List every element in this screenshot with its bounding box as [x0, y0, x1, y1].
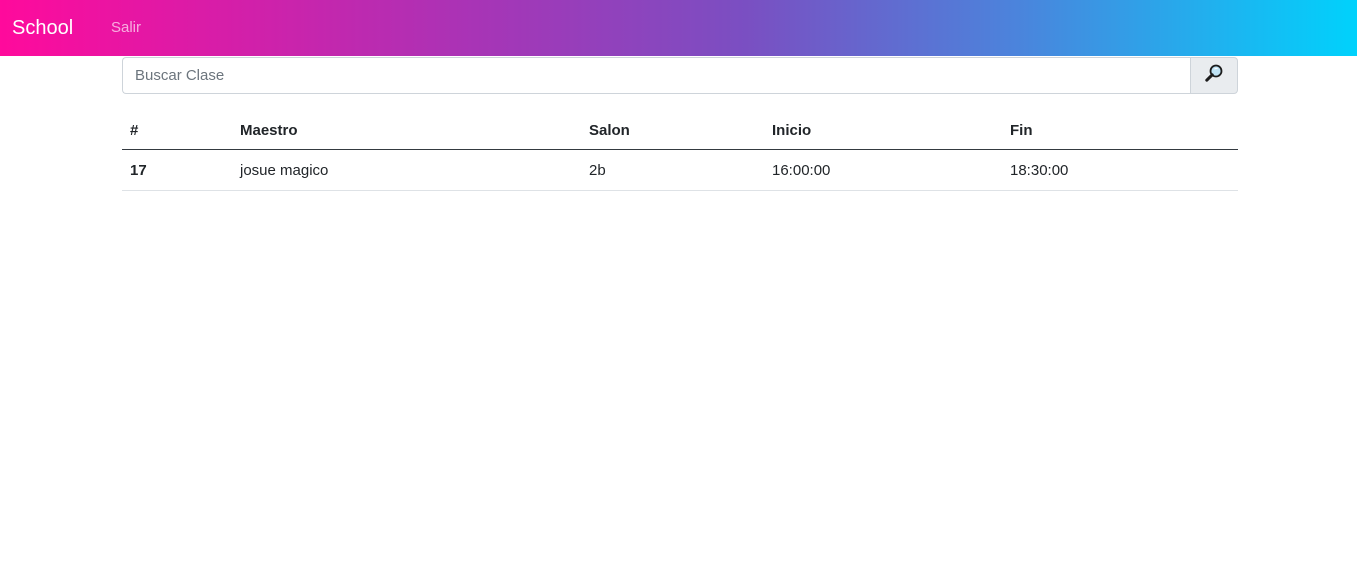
column-header-maestro: Maestro: [232, 111, 581, 150]
cell-fin: 18:30:00: [1002, 149, 1238, 191]
search-button[interactable]: [1190, 57, 1238, 94]
column-header-fin: Fin: [1002, 111, 1238, 150]
table-row: 17 josue magico 2b 16:00:00 18:30:00: [122, 149, 1238, 191]
column-header-id: #: [122, 111, 232, 150]
cell-maestro: josue magico: [232, 149, 581, 191]
search-input[interactable]: [122, 57, 1190, 94]
table-header-row: # Maestro Salon Inicio Fin: [122, 111, 1238, 150]
search-icon: [1204, 63, 1224, 88]
navbar: School Salir: [0, 0, 1357, 56]
classes-table: # Maestro Salon Inicio Fin 17 josue magi…: [122, 111, 1238, 191]
column-header-salon: Salon: [581, 111, 764, 150]
column-header-inicio: Inicio: [764, 111, 1002, 150]
search-group: [122, 57, 1238, 94]
cell-inicio: 16:00:00: [764, 149, 1002, 191]
brand-link[interactable]: School: [12, 16, 73, 40]
cell-salon: 2b: [581, 149, 764, 191]
cell-id: 17: [122, 149, 232, 191]
nav-link-salir[interactable]: Salir: [111, 19, 141, 37]
